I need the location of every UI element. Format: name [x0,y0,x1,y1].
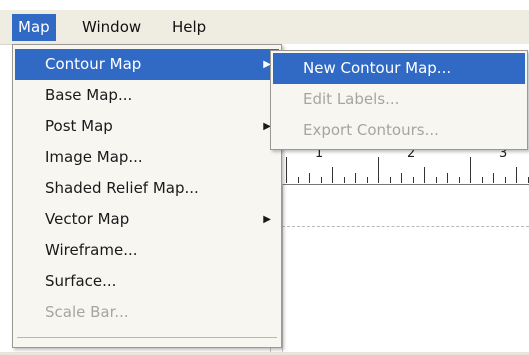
menu-item-post-map[interactable]: Post Map ▶ [15,111,279,142]
menu-item-wireframe[interactable]: Wireframe... [15,235,279,266]
menu-item-new-contour-map[interactable]: New Contour Map... [273,53,525,84]
menu-item-contour-map[interactable]: Contour Map ▶ [15,49,279,80]
menu-item-export-contours[interactable]: Export Contours... [273,115,525,146]
map-dropdown-menu: Contour Map ▶ Base Map... Post Map ▶ Ima… [12,44,282,348]
menu-item-label: Image Map... [45,148,143,166]
submenu-arrow-icon: ▶ [263,214,271,225]
menu-item-label: Vector Map [45,210,130,228]
horizontal-ruler: 1 2 3 [282,146,529,185]
menu-item-label: Post Map [45,117,113,135]
pane-separator [282,184,283,355]
menu-item-label: Edit Labels... [303,90,400,108]
contour-map-submenu: New Contour Map... Edit Labels... Export… [270,50,528,150]
menu-item-label: Export Contours... [303,121,439,139]
menu-item-surface[interactable]: Surface... [15,266,279,297]
menu-item-label: Wireframe... [45,241,138,259]
menu-item-label: Surface... [45,272,117,290]
menu-item-label: Contour Map [45,55,142,73]
menu-item-label: Base Map... [45,86,133,104]
window-top-edge [0,0,529,10]
menu-item-scale-bar[interactable]: Scale Bar... [15,297,279,328]
menu-item-edit-labels[interactable]: Edit Labels... [273,84,525,115]
menu-item-label: Scale Bar... [45,303,129,321]
menu-item-label: Shaded Relief Map... [45,179,199,197]
menu-item-shaded-relief-map[interactable]: Shaded Relief Map... [15,173,279,204]
menu-bar: Map Window Help [0,10,529,45]
menu-item-image-map[interactable]: Image Map... [15,142,279,173]
menu-window[interactable]: Window [76,14,147,41]
menu-item-base-map[interactable]: Base Map... [15,80,279,111]
menu-item-label: New Contour Map... [303,59,452,77]
menu-map[interactable]: Map [12,14,56,41]
menu-item-vector-map[interactable]: Vector Map ▶ [15,204,279,235]
page-boundary-dashed-line [282,226,529,227]
menu-separator [17,337,277,338]
menu-help[interactable]: Help [166,14,212,41]
